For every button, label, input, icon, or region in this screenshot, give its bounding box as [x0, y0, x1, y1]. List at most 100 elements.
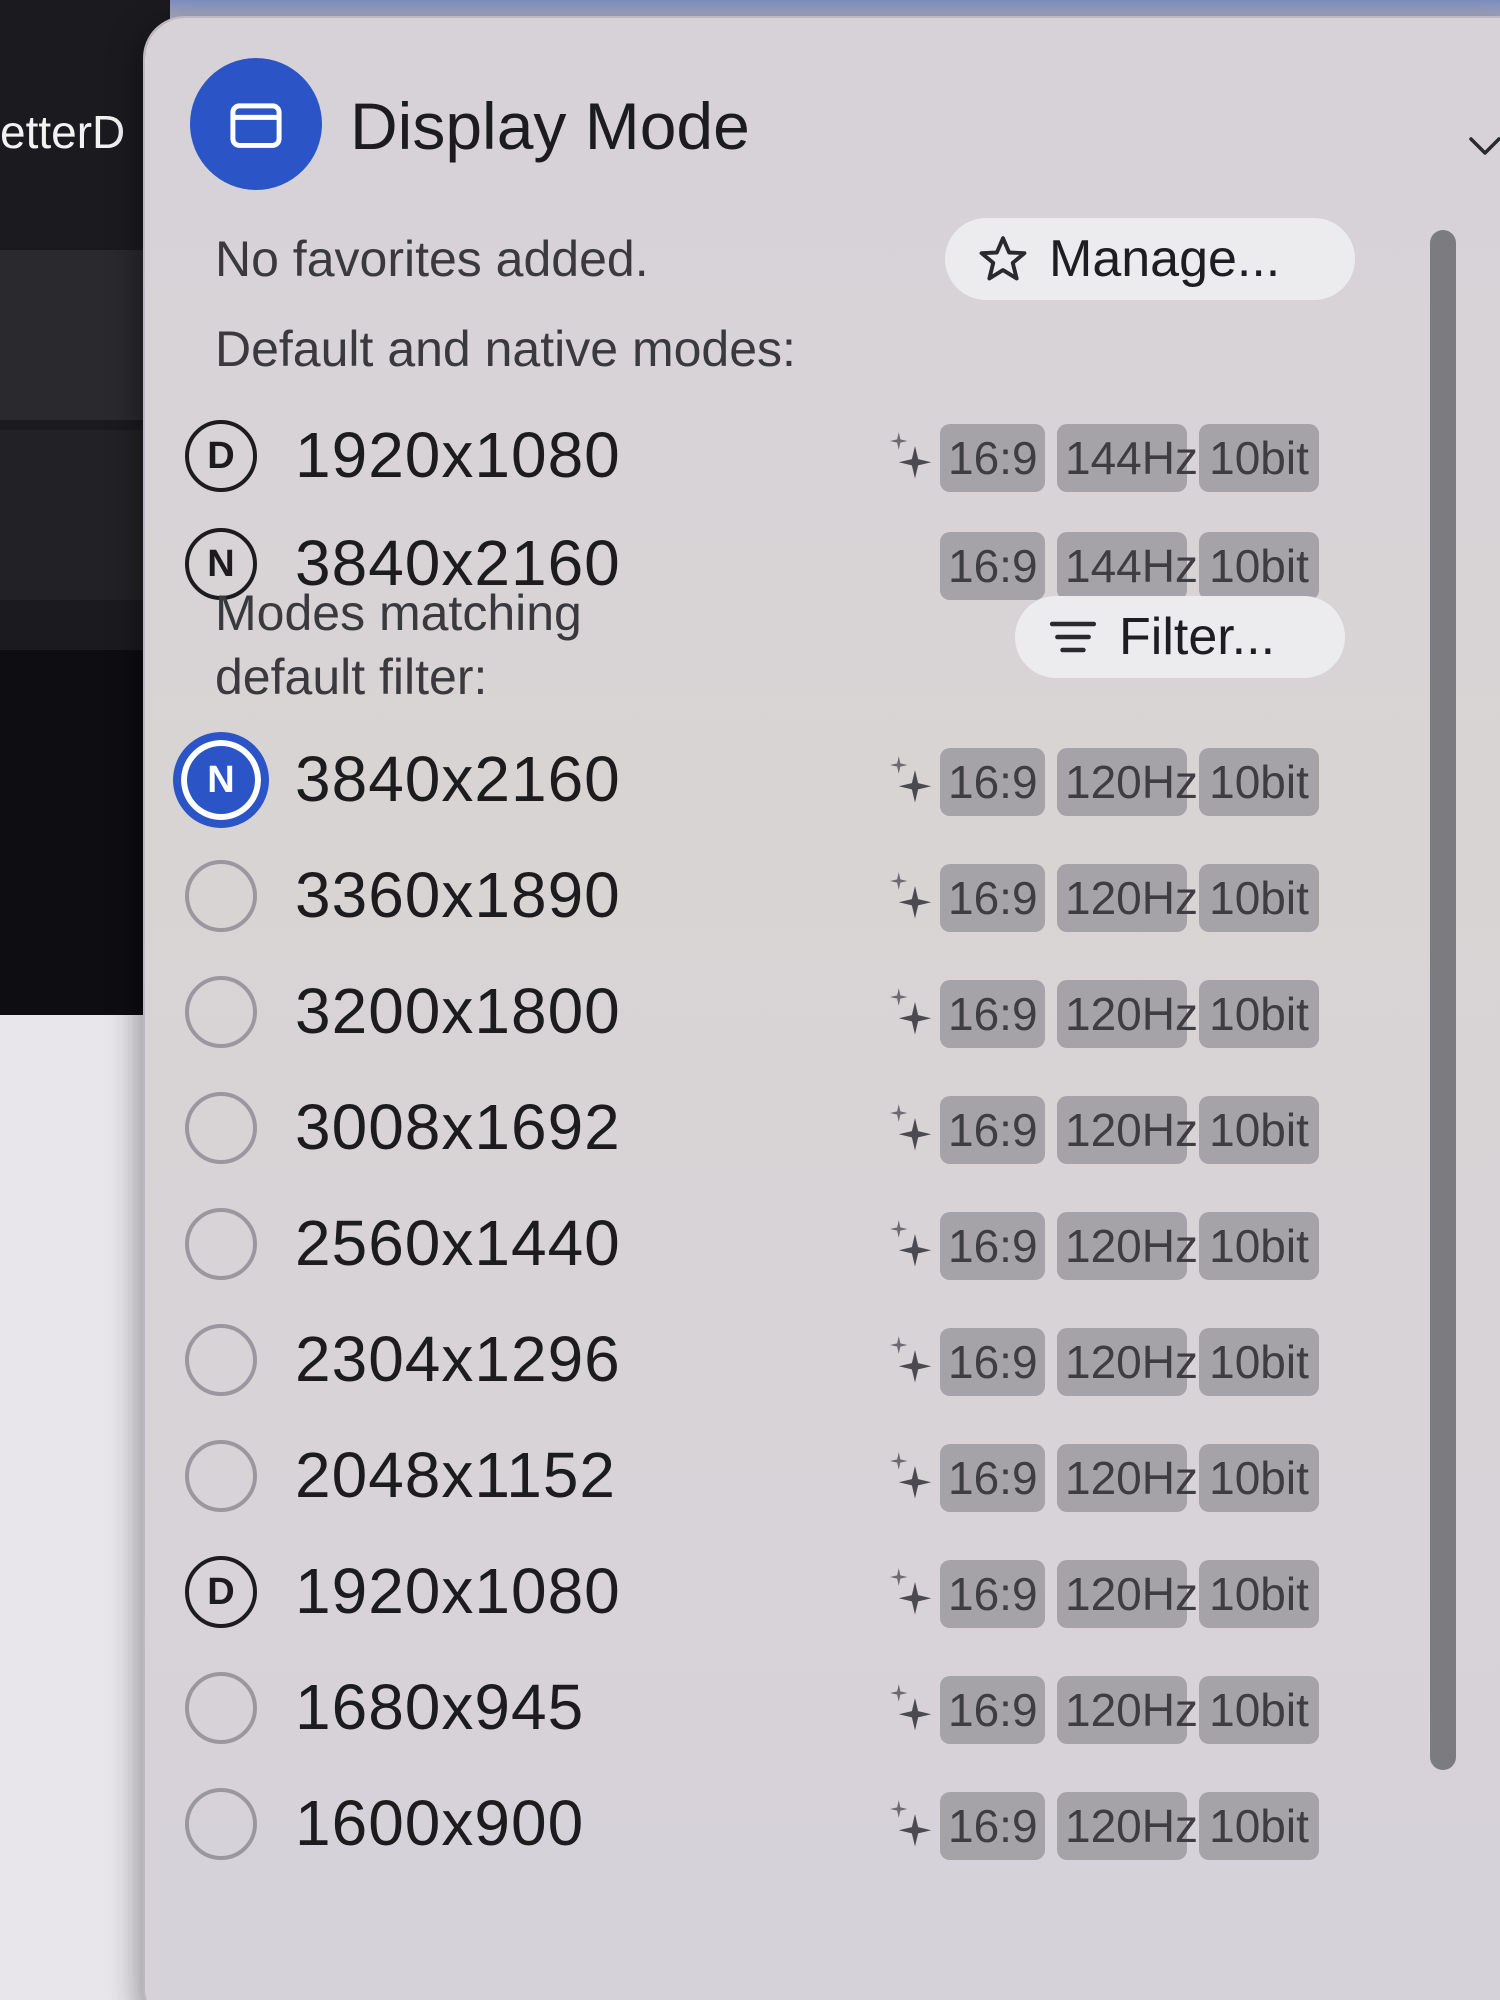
sparkle-icon — [890, 432, 932, 479]
mode-tags: 16:9 120Hz 10bit — [940, 864, 1319, 932]
mode-resolution: 2560x1440 — [295, 1207, 621, 1279]
bit-depth-tag: 10bit — [1199, 1212, 1319, 1280]
sparkle-icon — [890, 1568, 932, 1615]
mode-radio[interactable] — [185, 1788, 257, 1860]
display-mode-panel: Display Mode No favorites added. Manage.… — [145, 18, 1500, 2000]
mode-resolution: 3840x2160 — [295, 743, 621, 815]
refresh-rate-tag: 120Hz — [1057, 1212, 1198, 1280]
aspect-ratio-tag: 16:9 — [940, 864, 1045, 932]
mode-tags: 16:9 120Hz 10bit — [940, 1328, 1319, 1396]
mode-row[interactable]: 3360x1890 16:9 120Hz 10bit — [185, 846, 1445, 946]
mode-resolution: 1680x945 — [295, 1671, 585, 1743]
mode-radio[interactable] — [185, 1440, 257, 1512]
mode-resolution: 1600x900 — [295, 1787, 585, 1859]
aspect-ratio-tag: 16:9 — [940, 1096, 1045, 1164]
bit-depth-tag: 10bit — [1199, 1676, 1319, 1744]
mode-radio[interactable] — [185, 860, 257, 932]
filter-button[interactable]: Filter... — [1015, 596, 1345, 678]
refresh-rate-tag: 120Hz — [1057, 1792, 1198, 1860]
filter-lines-icon — [1049, 621, 1097, 653]
mode-row[interactable]: D 1920x1080 16:9 120Hz 10bit — [185, 1542, 1445, 1642]
mode-tags: 16:9 120Hz 10bit — [940, 748, 1319, 816]
mode-tags: 16:9 144Hz 10bit — [940, 424, 1319, 492]
aspect-ratio-tag: 16:9 — [940, 532, 1045, 600]
aspect-ratio-tag: 16:9 — [940, 1444, 1045, 1512]
mode-tags: 16:9 120Hz 10bit — [940, 1444, 1319, 1512]
bit-depth-tag: 10bit — [1199, 1328, 1319, 1396]
mode-row[interactable]: 2048x1152 16:9 120Hz 10bit — [185, 1426, 1445, 1526]
favorites-message: No favorites added. — [215, 231, 649, 287]
mode-radio[interactable] — [185, 1092, 257, 1164]
refresh-rate-tag: 120Hz — [1057, 1444, 1198, 1512]
refresh-rate-tag: 120Hz — [1057, 1096, 1198, 1164]
aspect-ratio-tag: 16:9 — [940, 1792, 1045, 1860]
native-mode-badge[interactable]: N — [173, 732, 269, 828]
mode-row[interactable]: 1600x900 16:9 120Hz 10bit — [185, 1774, 1445, 1874]
mode-row[interactable]: 2560x1440 16:9 120Hz 10bit — [185, 1194, 1445, 1294]
panel-title: Display Mode — [350, 89, 750, 163]
mode-tags: 16:9 120Hz 10bit — [940, 1560, 1319, 1628]
mode-row[interactable]: 3200x1800 16:9 120Hz 10bit — [185, 962, 1445, 1062]
mode-row[interactable]: 1680x945 16:9 120Hz 10bit — [185, 1658, 1445, 1758]
bit-depth-tag: 10bit — [1199, 1560, 1319, 1628]
mode-tags: 16:9 120Hz 10bit — [940, 1792, 1319, 1860]
aspect-ratio-tag: 16:9 — [940, 1328, 1045, 1396]
display-window-icon — [190, 58, 322, 190]
aspect-ratio-tag: 16:9 — [940, 748, 1045, 816]
mode-resolution: 3360x1890 — [295, 859, 621, 931]
bit-depth-tag: 10bit — [1199, 980, 1319, 1048]
mode-row[interactable]: 3008x1692 16:9 120Hz 10bit — [185, 1078, 1445, 1178]
mode-row[interactable]: N 3840x2160 16:9 120Hz 10bit — [173, 730, 1445, 830]
bit-depth-tag: 10bit — [1199, 1096, 1319, 1164]
refresh-rate-tag: 120Hz — [1057, 980, 1198, 1048]
mode-radio[interactable] — [185, 1208, 257, 1280]
mode-radio[interactable] — [185, 1324, 257, 1396]
refresh-rate-tag: 144Hz — [1057, 532, 1198, 600]
mode-resolution: 3008x1692 — [295, 1091, 621, 1163]
refresh-rate-tag: 120Hz — [1057, 1676, 1198, 1744]
default-native-heading: Default and native modes: — [215, 321, 796, 377]
sparkle-icon — [890, 1336, 932, 1383]
manage-favorites-button[interactable]: Manage... — [945, 218, 1355, 300]
mode-tags: 16:9 120Hz 10bit — [940, 1096, 1319, 1164]
default-mode-badge[interactable]: D — [185, 420, 257, 492]
bit-depth-tag: 10bit — [1199, 864, 1319, 932]
mode-radio[interactable] — [185, 1672, 257, 1744]
mode-radio[interactable] — [185, 976, 257, 1048]
aspect-ratio-tag: 16:9 — [940, 1212, 1045, 1280]
manage-label: Manage... — [1049, 230, 1281, 288]
mode-resolution: 2048x1152 — [295, 1439, 616, 1511]
filtered-heading-line1: Modes matching — [215, 585, 582, 641]
aspect-ratio-tag: 16:9 — [940, 1676, 1045, 1744]
filter-label: Filter... — [1119, 608, 1276, 666]
bit-depth-tag: 10bit — [1199, 532, 1319, 600]
bit-depth-tag: 10bit — [1199, 748, 1319, 816]
refresh-rate-tag: 120Hz — [1057, 1560, 1198, 1628]
bit-depth-tag: 10bit — [1199, 424, 1319, 492]
aspect-ratio-tag: 16:9 — [940, 424, 1045, 492]
mode-row[interactable]: 2304x1296 16:9 120Hz 10bit — [185, 1310, 1445, 1410]
chevron-down-icon[interactable] — [1465, 126, 1500, 166]
mode-resolution: 1920x1080 — [295, 419, 621, 491]
mode-tags: 16:9 120Hz 10bit — [940, 1212, 1319, 1280]
sparkle-icon — [890, 1800, 932, 1847]
filtered-heading-line2: default filter: — [215, 649, 488, 705]
sparkle-icon — [890, 1220, 932, 1267]
sparkle-icon — [890, 1104, 932, 1151]
mode-resolution: 1920x1080 — [295, 1555, 621, 1627]
background-app-title: etterD — [0, 106, 126, 158]
display-mode-header[interactable]: Display Mode — [190, 58, 1500, 238]
sparkle-icon — [890, 756, 932, 803]
sparkle-icon — [890, 872, 932, 919]
bit-depth-tag: 10bit — [1199, 1792, 1319, 1860]
mode-tags: 16:9 144Hz 10bit — [940, 532, 1319, 600]
refresh-rate-tag: 144Hz — [1057, 424, 1198, 492]
mode-row[interactable]: D 1920x1080 16:9 144Hz 10bit — [185, 406, 1445, 506]
aspect-ratio-tag: 16:9 — [940, 1560, 1045, 1628]
refresh-rate-tag: 120Hz — [1057, 748, 1198, 816]
sparkle-icon — [890, 1684, 932, 1731]
aspect-ratio-tag: 16:9 — [940, 980, 1045, 1048]
bit-depth-tag: 10bit — [1199, 1444, 1319, 1512]
mode-tags: 16:9 120Hz 10bit — [940, 980, 1319, 1048]
default-mode-badge[interactable]: D — [185, 1556, 257, 1628]
